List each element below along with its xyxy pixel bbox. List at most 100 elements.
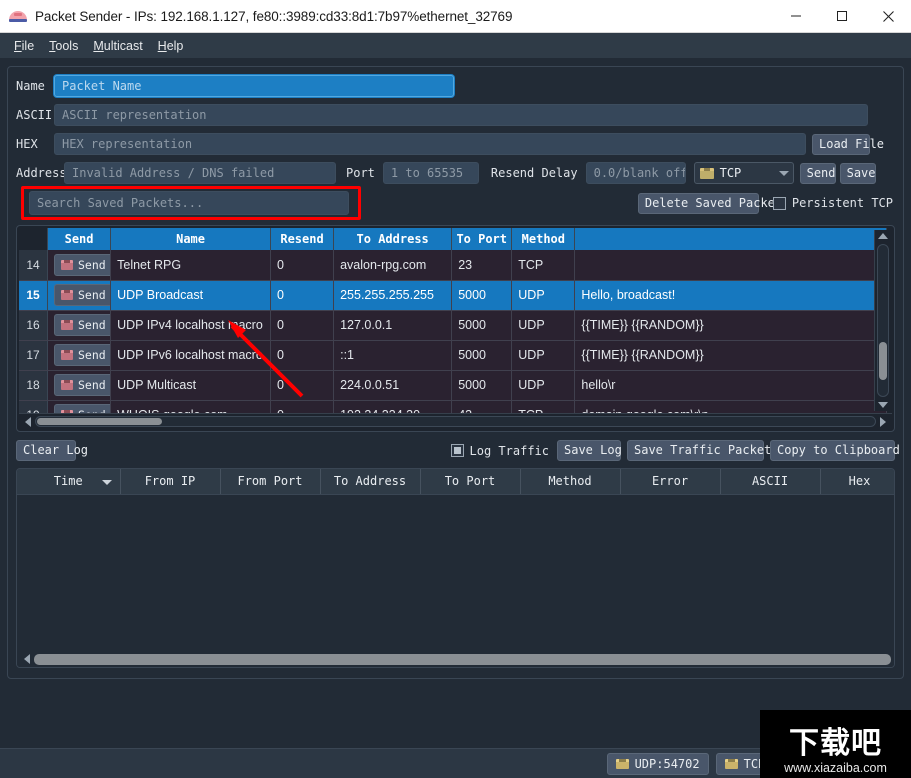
ascii-input[interactable]: ASCII representation	[54, 104, 868, 126]
row-send-cell[interactable]: Send	[48, 400, 111, 413]
row-send-cell[interactable]: Send	[48, 310, 111, 340]
row-to-address: 224.0.0.51	[334, 370, 452, 400]
log-column-header-hex[interactable]: Hex	[820, 469, 895, 494]
hex-input[interactable]: HEX representation	[54, 133, 806, 155]
log-column-header-to-address[interactable]: To Address	[320, 469, 420, 494]
packets-horizontal-scrollbar[interactable]	[19, 413, 892, 429]
port-input[interactable]: 1 to 65535	[383, 162, 479, 184]
column-header-ascii[interactable]	[575, 228, 887, 250]
name-label: Name	[16, 79, 54, 93]
sort-descending-icon	[102, 480, 112, 485]
scroll-down-icon[interactable]	[878, 402, 888, 408]
scroll-thumb[interactable]	[37, 418, 162, 425]
table-row[interactable]: 14 Send Telnet RPG 0 avalon-rpg.com 23	[19, 250, 887, 280]
save-traffic-packet-button[interactable]: Save Traffic Packet	[627, 440, 764, 461]
saved-packets-scroll-area: Send Name Resend To Address To Port Meth…	[19, 228, 892, 413]
scroll-thumb[interactable]	[879, 342, 887, 380]
chevron-down-icon	[779, 171, 789, 176]
load-file-button[interactable]: Load File	[812, 134, 870, 155]
row-send-button: Send	[54, 344, 111, 366]
column-header-resend[interactable]: Resend	[270, 228, 333, 250]
log-column-header-to-port[interactable]: To Port	[420, 469, 520, 494]
hex-row: HEX HEX representation Load File	[16, 133, 895, 155]
row-ascii: domain google.com\r\n	[575, 400, 887, 413]
column-header-send[interactable]: Send	[48, 228, 111, 250]
scroll-left-icon[interactable]	[25, 417, 31, 427]
scroll-track[interactable]	[35, 416, 876, 427]
scroll-track[interactable]	[877, 244, 889, 397]
log-column-header-error[interactable]: Error	[620, 469, 720, 494]
packet-icon	[61, 260, 73, 270]
row-send-label: Send	[78, 378, 106, 392]
menu-label: ulticast	[104, 39, 143, 53]
menu-mnemonic: F	[14, 39, 22, 53]
column-header-method[interactable]: Method	[512, 228, 575, 250]
close-button[interactable]	[865, 0, 911, 33]
row-name: UDP IPv4 localhost macro	[111, 310, 271, 340]
log-column-header-time[interactable]: Time	[17, 469, 120, 494]
table-row[interactable]: 19 Send WHOIS google.com 0 192.34.234.30…	[19, 400, 887, 413]
clear-log-button[interactable]: Clear Log	[16, 440, 76, 461]
row-to-port: 5000	[452, 340, 512, 370]
row-send-cell[interactable]: Send	[48, 280, 111, 310]
table-row[interactable]: 16 Send UDP IPv4 localhost macro 0 127.0…	[19, 310, 887, 340]
scroll-track[interactable]	[34, 654, 891, 665]
packets-vertical-scrollbar[interactable]	[874, 230, 890, 411]
copy-to-clipboard-button[interactable]: Copy to Clipboard	[770, 440, 895, 461]
maximize-button[interactable]	[819, 0, 865, 33]
row-send-button: Send	[54, 254, 111, 276]
log-column-header-from-port[interactable]: From Port	[220, 469, 320, 494]
scroll-left-icon[interactable]	[24, 654, 30, 664]
status-udp-button[interactable]: UDP:54702	[607, 753, 709, 775]
row-to-port: 5000	[452, 310, 512, 340]
row-index: 16	[19, 310, 48, 340]
table-row[interactable]: 18 Send UDP Multicast 0 224.0.0.51 5000	[19, 370, 887, 400]
scroll-right-icon[interactable]	[880, 417, 886, 427]
column-header-name[interactable]: Name	[111, 228, 271, 250]
table-header-row: Send Name Resend To Address To Port Meth…	[19, 228, 887, 250]
delete-saved-packet-button[interactable]: Delete Saved Packet	[638, 193, 759, 214]
packet-icon	[725, 759, 738, 769]
row-resend: 0	[270, 400, 333, 413]
table-row[interactable]: 15 Send UDP Broadcast 0 255.255.255.255 …	[19, 280, 887, 310]
packet-icon	[61, 410, 73, 413]
persistent-tcp-checkbox[interactable]	[773, 197, 786, 210]
search-input[interactable]: Search Saved Packets...	[29, 191, 349, 215]
menu-item-tools[interactable]: Tools	[43, 36, 84, 56]
address-input[interactable]: Invalid Address / DNS failed	[64, 162, 336, 184]
save-log-button[interactable]: Save Log	[557, 440, 621, 461]
log-column-header-method[interactable]: Method	[520, 469, 620, 494]
menu-item-help[interactable]: Help	[152, 36, 190, 56]
row-method: TCP	[512, 400, 575, 413]
row-to-address: avalon-rpg.com	[334, 250, 452, 280]
main-content: Name Packet Name ASCII ASCII representat…	[0, 58, 911, 778]
resend-delay-input[interactable]: 0.0/blank off	[586, 162, 686, 184]
menu-label: elp	[167, 39, 184, 53]
column-header-to-port[interactable]: To Port	[452, 228, 512, 250]
packet-icon	[61, 380, 73, 390]
table-row[interactable]: 17 Send UDP IPv6 localhost macro 0 ::1 5…	[19, 340, 887, 370]
row-name: UDP Multicast	[111, 370, 271, 400]
minimize-button[interactable]	[773, 0, 819, 33]
row-send-cell[interactable]: Send	[48, 250, 111, 280]
traffic-log-table: Time From IP From Port To Address To Por…	[16, 468, 895, 668]
row-send-cell[interactable]: Send	[48, 370, 111, 400]
table-corner	[19, 228, 48, 250]
menu-item-multicast[interactable]: Multicast	[87, 36, 148, 56]
row-method: UDP	[512, 370, 575, 400]
scroll-up-icon[interactable]	[878, 233, 888, 239]
send-button[interactable]: Send	[800, 163, 836, 184]
log-column-header-from-ip[interactable]: From IP	[120, 469, 220, 494]
scroll-thumb[interactable]	[34, 654, 891, 665]
column-header-to-address[interactable]: To Address	[334, 228, 452, 250]
log-horizontal-scrollbar[interactable]	[17, 651, 894, 667]
log-column-header-ascii[interactable]: ASCII	[720, 469, 820, 494]
protocol-select[interactable]: TCP	[694, 162, 794, 184]
menu-item-file[interactable]: File	[8, 36, 40, 56]
save-button[interactable]: Save	[840, 163, 876, 184]
menu-mnemonic: H	[158, 39, 167, 53]
row-resend: 0	[270, 250, 333, 280]
row-send-cell[interactable]: Send	[48, 340, 111, 370]
log-traffic-checkbox[interactable]	[451, 444, 464, 457]
name-input[interactable]: Packet Name	[54, 75, 454, 97]
